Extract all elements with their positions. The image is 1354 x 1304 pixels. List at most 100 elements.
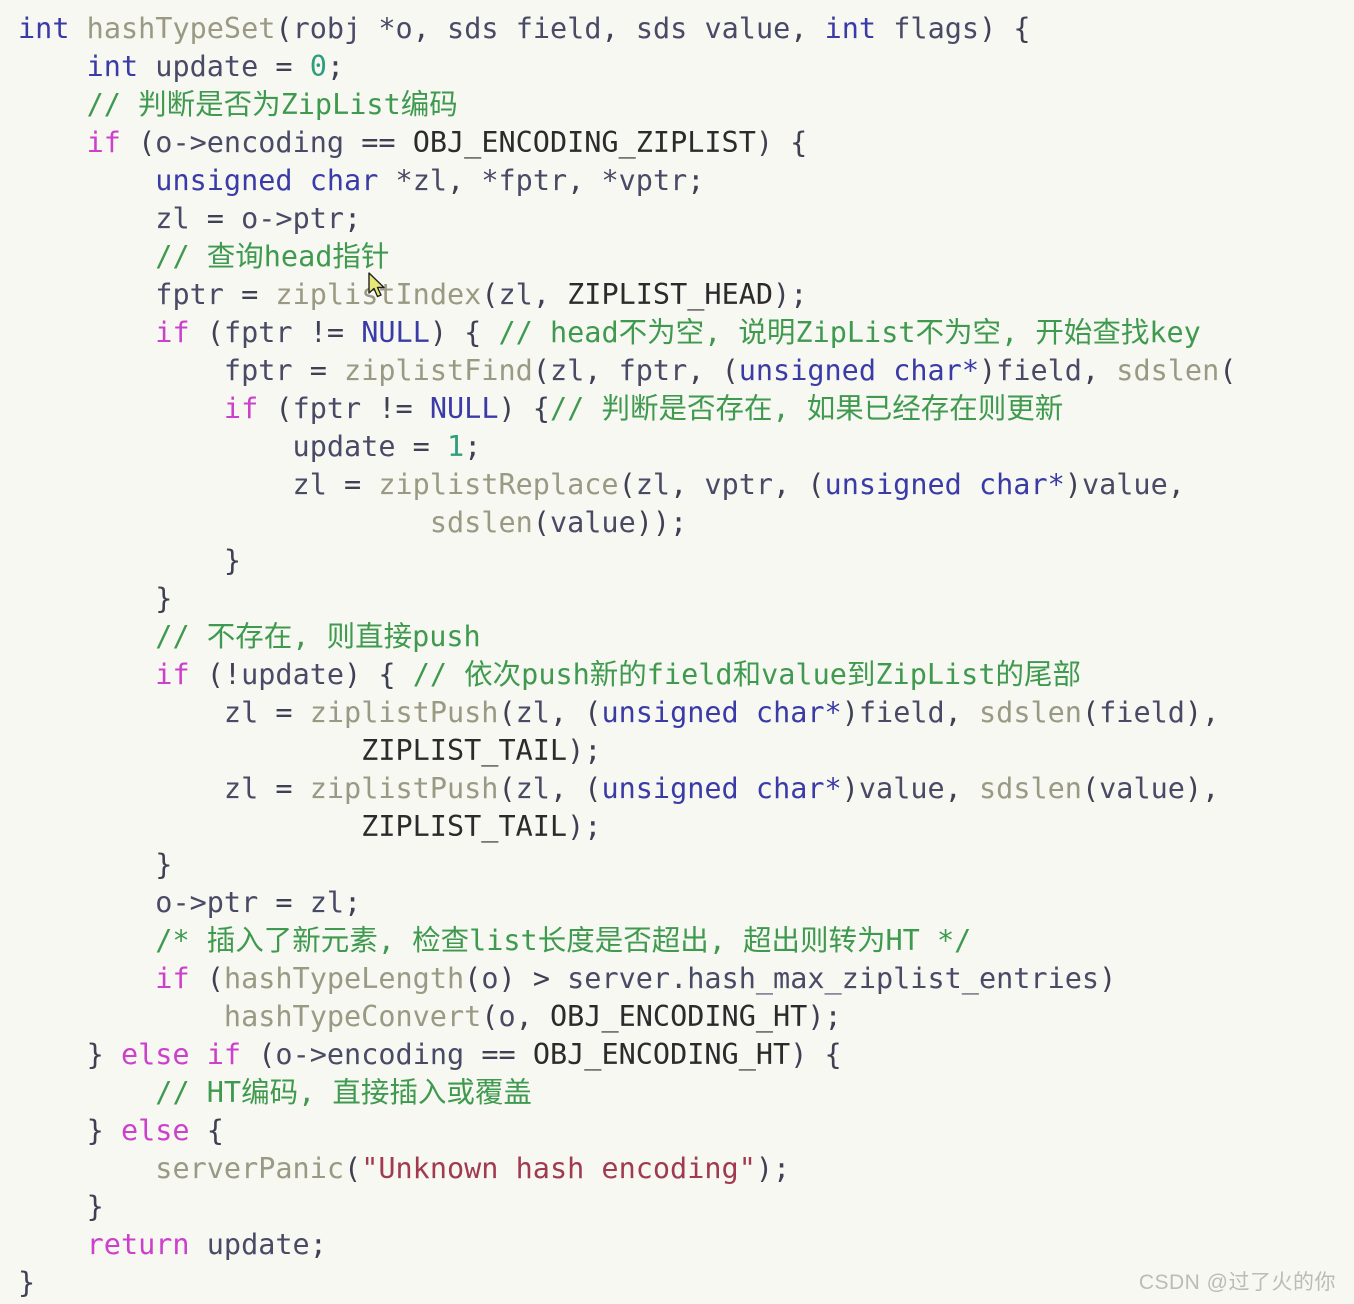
code-token: hashTypeLength xyxy=(223,962,465,995)
code-token: )); xyxy=(635,506,688,539)
code-token: o xyxy=(498,1000,516,1033)
code-token: field xyxy=(1099,696,1185,729)
code-token: if xyxy=(155,962,190,995)
code-line: // HT编码, 直接插入或覆盖 xyxy=(0,1074,1354,1112)
code-line: } xyxy=(0,580,1354,618)
code-token: , xyxy=(447,164,482,197)
code-token: , xyxy=(515,1000,550,1033)
code-token: value xyxy=(704,12,791,45)
code-token: ( xyxy=(464,962,482,995)
code-token: vptr xyxy=(704,468,774,501)
code-token: ) xyxy=(841,772,859,805)
code-token: sdslen xyxy=(1116,354,1220,387)
code-token: field xyxy=(996,354,1082,387)
csdn-watermark: CSDN @过了火的你 xyxy=(1138,1271,1336,1294)
code-token: update xyxy=(292,430,396,463)
code-token: *vptr xyxy=(601,164,688,197)
code-line: sdslen(value)); xyxy=(0,504,1354,542)
code-token: ( xyxy=(532,354,550,387)
code-token: update xyxy=(206,1228,310,1261)
code-token: unsigned xyxy=(824,468,962,501)
code-token: , ( xyxy=(773,468,825,501)
code-line: } xyxy=(0,846,1354,884)
code-token: = xyxy=(258,886,310,919)
code-token: if xyxy=(155,658,190,691)
code-token: char xyxy=(309,164,379,197)
code-token: = xyxy=(189,202,242,235)
code-token: ( xyxy=(189,316,224,349)
code-token: ziplistFind xyxy=(344,354,533,387)
code-token: int xyxy=(824,12,877,45)
code-token: != xyxy=(361,392,430,425)
code-token: unsigned xyxy=(601,696,739,729)
code-token: if xyxy=(155,316,190,349)
code-token: ( xyxy=(120,126,156,159)
code-token: ; xyxy=(687,164,705,197)
code-token: , xyxy=(944,772,979,805)
code-token: ( xyxy=(481,278,499,311)
code-token: unsigned xyxy=(155,164,293,197)
code-line: zl = ziplistReplace(zl, vptr, (unsigned … xyxy=(0,466,1354,504)
code-line: fptr = ziplistFind(zl, fptr, (unsigned c… xyxy=(0,352,1354,390)
code-token: update xyxy=(155,50,259,83)
code-token: { xyxy=(189,1114,224,1147)
code-line: } xyxy=(0,542,1354,580)
code-token: hashTypeSet xyxy=(86,12,276,45)
code-token: zl xyxy=(635,468,671,501)
code-token: value xyxy=(1081,468,1168,501)
code-token: // head不为空, 说明ZipList不为空, 开始查找key xyxy=(498,316,1201,349)
code-token: int xyxy=(18,12,70,45)
code-line: return update; xyxy=(0,1226,1354,1264)
code-token: server.hash_max_ziplist_entries xyxy=(567,962,1100,995)
code-token: unsigned xyxy=(738,354,877,387)
code-token: } xyxy=(18,582,173,615)
code-line: o->ptr = zl; xyxy=(0,884,1354,922)
code-line: ZIPLIST_TAIL); xyxy=(0,808,1354,846)
code-token: ziplistPush xyxy=(309,696,499,729)
code-token: hashTypeConvert xyxy=(223,1000,482,1033)
code-token: } xyxy=(18,1190,104,1223)
code-token: , xyxy=(790,12,825,45)
code-token: ) { xyxy=(755,126,808,159)
code-token: 1 xyxy=(446,430,465,463)
code-token: , ( xyxy=(687,354,739,387)
code-token: else xyxy=(120,1114,190,1147)
code-token: = xyxy=(223,278,276,311)
code-token: } xyxy=(18,848,173,881)
code-token: fptr xyxy=(292,392,362,425)
code-token: ); xyxy=(773,278,808,311)
code-line: update = 1; xyxy=(0,428,1354,466)
code-token: o->ptr xyxy=(155,886,259,919)
code-token: serverPanic xyxy=(155,1152,345,1185)
code-token: return xyxy=(86,1228,190,1261)
code-token: == xyxy=(464,1038,533,1071)
code-token: ( xyxy=(275,12,293,45)
code-token: o->encoding xyxy=(275,1038,465,1071)
code-token: char* xyxy=(893,354,979,387)
code-line: unsigned char *zl, *fptr, *vptr; xyxy=(0,162,1354,200)
code-token: OBJ_ENCODING_HT xyxy=(532,1038,791,1071)
code-token: else xyxy=(120,1038,190,1071)
code-line: } xyxy=(0,1188,1354,1226)
code-token: /* 插入了新元素, 检查list长度是否超出, 超出则转为HT */ xyxy=(155,924,972,957)
code-token: value xyxy=(1099,772,1185,805)
code-token: , xyxy=(567,164,602,197)
code-token: ziplistReplace xyxy=(378,468,619,501)
code-token: zl xyxy=(155,202,190,235)
code-token: , ( xyxy=(549,696,602,729)
code-line: zl = ziplistPush(zl, (unsigned char*)fie… xyxy=(0,694,1354,732)
